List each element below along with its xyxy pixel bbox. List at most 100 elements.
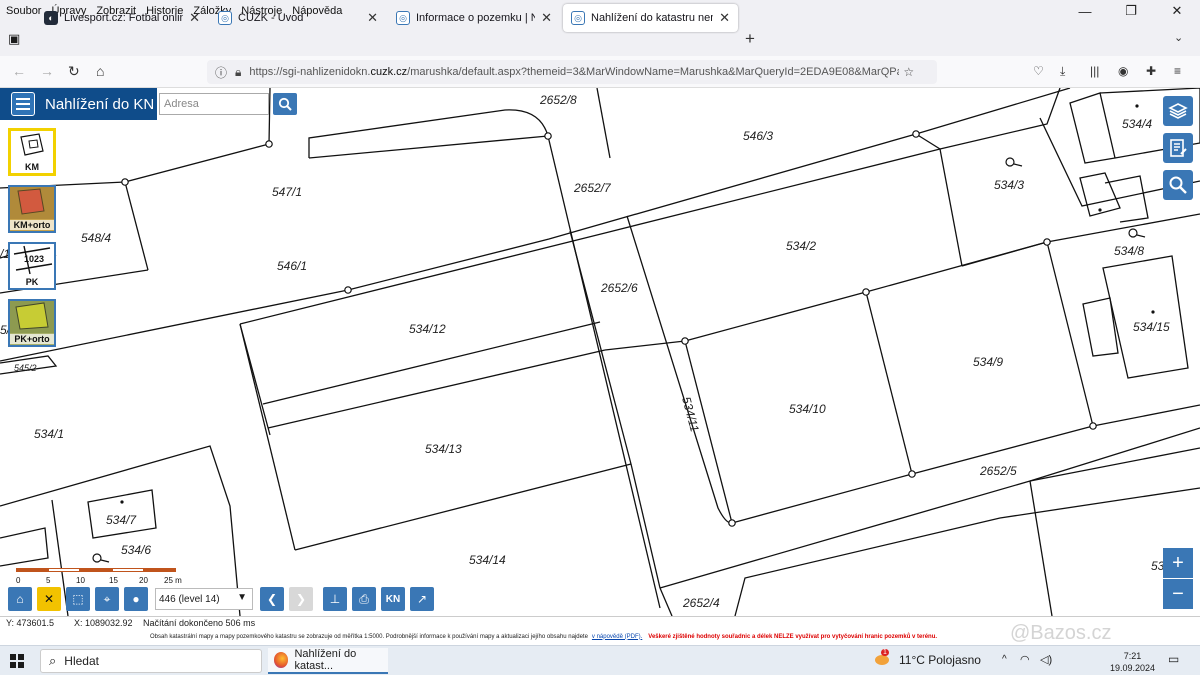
zoom-rectangle-button[interactable]: ⬚ — [66, 587, 90, 611]
tab-cuzk[interactable]: ◎ ČÚZK - Úvod ✕ — [210, 4, 386, 32]
parcel-label[interactable]: 534/9 — [973, 355, 1003, 369]
share-button[interactable]: ↗ — [410, 587, 434, 611]
parcel-label[interactable]: 534/7 — [106, 513, 137, 527]
notification-icon[interactable]: ▭ — [1168, 652, 1179, 666]
parcel-label[interactable]: 2652/5 — [979, 464, 1017, 478]
taskbar-app-title: Nahlížení do katast... — [294, 648, 357, 672]
parcel-label[interactable]: 534/13 — [425, 442, 462, 456]
scale-segment — [112, 568, 144, 572]
taskbar: ⌕ Hledat Nahlížení do katast... 1 11°C P… — [0, 645, 1200, 675]
close-tab-icon[interactable]: ✕ — [541, 10, 552, 26]
parcel-label[interactable]: 534/8 — [1114, 244, 1144, 258]
back-icon[interactable]: ← — [12, 63, 26, 79]
close-tab-icon[interactable]: ✕ — [719, 10, 730, 26]
tab-informace[interactable]: ◎ Informace o pozemku | Nahlíže ✕ — [388, 4, 560, 32]
crosshair-icon: ⌖ — [103, 591, 111, 606]
sound-icon[interactable]: ◁) — [1040, 653, 1052, 666]
parcel-label[interactable]: 534/3 — [994, 178, 1024, 192]
parcel-label[interactable]: 548/4 — [81, 231, 111, 245]
zoom-out-button[interactable]: − — [1163, 579, 1193, 609]
parcel-label[interactable]: 2652/7 — [573, 181, 612, 195]
map-search-button[interactable] — [1163, 170, 1193, 200]
parcel-label[interactable]: 547/1 — [272, 185, 302, 199]
close-button[interactable]: ✕ — [1154, 0, 1200, 22]
parcel-label[interactable]: 534/12 — [409, 322, 446, 336]
print-button[interactable]: ⎙ — [352, 587, 376, 611]
parcel-label[interactable]: 2652/4 — [682, 596, 720, 610]
parcel-label[interactable]: 534/6 — [121, 543, 151, 557]
parcel-label[interactable]: 534/14 — [469, 553, 506, 567]
parcel-label[interactable]: 534/15 — [1133, 320, 1170, 334]
parcel-label[interactable]: 534/11 — [679, 395, 702, 433]
parcel-boundaries — [0, 88, 1200, 616]
bookmark-star-icon[interactable]: ☆ — [903, 65, 914, 79]
zoom-in-button[interactable]: + — [1163, 548, 1193, 578]
pocket-icon[interactable]: ♡ — [1033, 64, 1044, 78]
taskbar-search[interactable]: ⌕ Hledat — [40, 649, 262, 673]
parcel-label[interactable]: 534/4 — [1122, 117, 1152, 131]
parcel-label[interactable]: 546/3 — [743, 129, 773, 143]
url-text[interactable]: https://sgi-nahlizenidokn.cuzk.cz/marush… — [249, 66, 899, 78]
account-icon[interactable]: ◉ — [1118, 64, 1128, 78]
next-view-button[interactable]: ❯ — [289, 587, 313, 611]
windows-start-icon[interactable] — [10, 654, 24, 668]
layer-km-button[interactable]: KM — [8, 128, 56, 176]
cuzk-favicon-icon: ◎ — [571, 11, 585, 25]
lock-icon[interactable]: 🔒︎ — [235, 65, 241, 80]
reload-icon[interactable]: ↻ — [68, 63, 80, 80]
parcel-label[interactable]: 534/1 — [34, 427, 64, 441]
firefox-icon — [274, 652, 289, 668]
parcel-label[interactable]: 546/1 — [277, 259, 307, 273]
parcel-label[interactable]: 2652/6 — [600, 281, 638, 295]
address-search-input[interactable] — [159, 93, 269, 115]
taskbar-firefox-app[interactable]: Nahlížení do katast... — [268, 648, 388, 674]
weather-widget[interactable]: 1 11°C Polojasno — [875, 649, 981, 667]
parcel-label[interactable]: 534/2 — [786, 239, 816, 253]
close-tab-icon[interactable]: ✕ — [189, 10, 200, 26]
tab-list-icon[interactable]: ▣ — [8, 31, 20, 47]
parcel-label[interactable]: 545/2 — [14, 363, 37, 373]
parcel-map-canvas[interactable]: 2652/8 546/3 534/4 547/1 2652/7 534/3 548/4 534… — [0, 88, 1200, 616]
tray-chevron-icon[interactable]: ^ — [1002, 654, 1007, 665]
close-tab-icon[interactable]: ✕ — [367, 10, 378, 26]
home-view-button[interactable]: ⌂ — [8, 587, 32, 611]
forward-icon[interactable]: → — [40, 63, 54, 79]
marker-button[interactable]: ● — [124, 587, 148, 611]
livesport-favicon-icon: ◐ — [44, 11, 58, 25]
previous-view-button[interactable]: ❮ — [260, 587, 284, 611]
network-icon[interactable]: ◠ — [1020, 653, 1030, 666]
clock-time: 7:21 — [1123, 651, 1142, 661]
new-tab-button[interactable]: + — [745, 29, 755, 49]
tab-nahlizeni[interactable]: ◎ Nahlížení do katastru nemovito ✕ — [563, 4, 738, 32]
layer-pk-button[interactable]: 1023 PK — [8, 242, 56, 290]
help-pdf-link[interactable]: v nápovědě (PDF). — [592, 634, 642, 640]
extensions-icon[interactable]: ✚ — [1146, 64, 1156, 78]
hamburger-menu-icon[interactable] — [11, 92, 35, 116]
layer-pk-orto-button[interactable]: PK+orto — [8, 299, 56, 347]
maximize-button[interactable]: ❐ — [1108, 0, 1154, 22]
kn-info-button[interactable]: KN — [381, 587, 405, 611]
legend-button[interactable] — [1163, 133, 1193, 163]
parcel-label[interactable]: 2652/8 — [539, 93, 577, 107]
tab-overflow-icon[interactable]: ⌄ — [1174, 31, 1183, 44]
parcel-label[interactable]: 534/10 — [789, 402, 826, 416]
app-menu-icon[interactable]: ≡ — [1174, 64, 1181, 78]
measure-button[interactable]: ⊥ — [323, 587, 347, 611]
search-button[interactable] — [273, 93, 297, 115]
cadastral-map[interactable]: 2652/8 546/3 534/4 547/1 2652/7 534/3 548/4 534… — [0, 88, 1200, 616]
clock[interactable]: 7:21 19.09.2024 — [1110, 650, 1155, 674]
layer-km-orto-button[interactable]: KM+orto — [8, 185, 56, 233]
library-icon[interactable]: ||| — [1090, 64, 1099, 78]
layers-button[interactable] — [1163, 96, 1193, 126]
locate-button[interactable]: ⌖ — [95, 587, 119, 611]
zoom-level-select[interactable]: 446 (level 14) ▼ — [155, 588, 253, 610]
cuzk-favicon-icon: ◎ — [396, 11, 410, 25]
clear-button[interactable]: ✕ — [37, 587, 61, 611]
home-icon[interactable]: ⌂ — [96, 63, 104, 79]
url-bar[interactable]: ⓘ 🔒︎ https://sgi-nahlizenidokn.cuzk.cz/m… — [207, 60, 937, 84]
tab-livesport[interactable]: ◐ Livesport.cz: Fotbal online, fotb ✕ — [36, 4, 208, 32]
taskbar-search-text: Hledat — [64, 654, 99, 668]
page-info-icon[interactable]: ⓘ — [215, 64, 227, 81]
minimize-button[interactable]: — — [1062, 0, 1108, 22]
downloads-icon[interactable]: ⤓ — [1060, 64, 1065, 79]
